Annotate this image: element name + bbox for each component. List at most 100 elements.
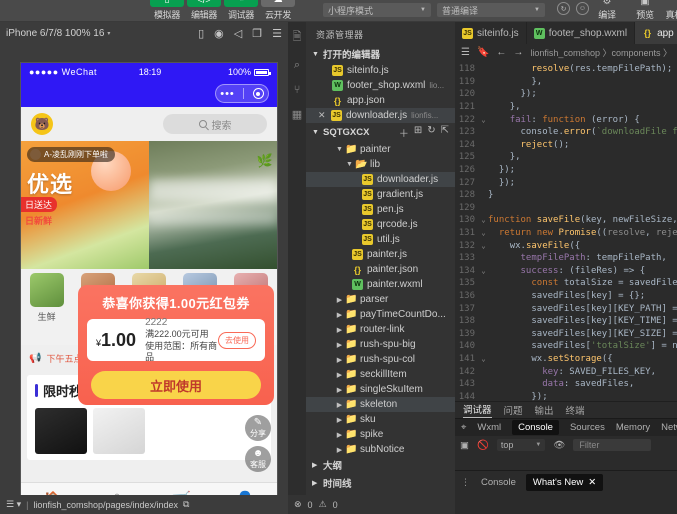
tree-item-subnotice[interactable]: ▶ 📁 subNotice [306,442,455,457]
share-button[interactable]: ✎ 分享 [245,415,271,441]
capsule-close-icon[interactable] [253,88,264,99]
copy-icon[interactable]: ⧉ [183,499,189,510]
error-icon[interactable]: ⊗ [294,499,302,510]
warning-icon[interactable]: ⚠ [319,499,327,510]
devtools-tab-memory[interactable]: Memory [616,422,650,433]
open-editor-item-downloader[interactable]: ✕ JS downloader.js lionfis... [306,108,455,123]
open-editors-section[interactable]: ▼ 打开的编辑器 [306,45,455,63]
execute-icon[interactable]: ▣ [460,440,469,451]
debug-tab-output[interactable]: 输出 [535,403,554,417]
console-context-select[interactable]: top ▼ [497,439,545,451]
tree-item-spike[interactable]: ▶ 📁 spike [306,427,455,442]
devtools-tab-console[interactable]: Console [512,420,559,435]
debug-tab-problems[interactable]: 问题 [504,403,523,417]
menu-icon[interactable]: ☰ [272,27,282,40]
coupon-use-button[interactable]: 去使用 [218,332,256,349]
search-input[interactable]: 搜索 [163,114,267,134]
open-editor-item-siteinfo[interactable]: JS siteinfo.js [306,63,455,78]
eye-icon[interactable]: 👁 [553,440,565,451]
new-file-icon[interactable]: ＋ [399,125,409,140]
outline-icon[interactable]: ☰ [461,47,470,58]
editor-tab-footer-shop[interactable]: W footer_shop.wxml [527,22,635,44]
fold-toggle-icon[interactable]: ⌄ [479,116,488,124]
debug-tab-debugger[interactable]: 调试器 [463,402,492,418]
clear-icon[interactable]: 🚫 [477,440,489,451]
fold-toggle-icon[interactable]: ⌄ [479,229,488,237]
fold-toggle-icon[interactable]: ⌄ [479,242,488,250]
outline-section[interactable]: ▶ 大纲 [306,456,455,474]
close-icon[interactable]: ✕ [160,429,181,450]
devtools-tab-sources[interactable]: Sources [570,422,605,433]
new-folder-icon[interactable]: ⊞ [414,125,422,140]
tree-item-paytimecountdown[interactable]: ▶ 📁 payTimeCountDo... [306,307,455,322]
record-icon[interactable]: ◉ [214,27,224,40]
open-editor-item-footer-shop[interactable]: W footer_shop.wxml lio... [306,78,455,93]
tree-item-gradient-js[interactable]: JS gradient.js [306,187,455,202]
forward-icon[interactable]: → [513,47,523,58]
toolbar-button-preview[interactable]: ▣ 预览 [627,0,663,21]
inspect-icon[interactable]: ⌖ [461,422,466,433]
toolbar-button-device-debug[interactable]: ⌸ 真机调试 [665,0,677,21]
tree-item-rush-spu-col[interactable]: ▶ 📁 rush-spu-col [306,352,455,367]
window-icon[interactable]: ❐ [252,27,262,40]
tree-item-rush-spu-big[interactable]: ▶ 📁 rush-spu-big [306,337,455,352]
tree-item-util-js[interactable]: JS util.js [306,232,455,247]
drawer-tab-console[interactable]: Console [481,477,516,488]
toolbar-button-compile[interactable]: ⚙ 编译 [589,0,625,21]
tree-item-sku[interactable]: ▶ 📁 sku [306,412,455,427]
fold-toggle-icon[interactable]: ⌄ [479,216,488,224]
phone-simulator[interactable]: ●●●●● WeChat 18:19 100% ••• 🐻 搜索 [20,62,278,514]
toolbar-button-cloud[interactable]: ☁ 云开发 [261,0,295,21]
seckill-item[interactable] [93,408,145,454]
files-icon[interactable]: 🗎 [293,28,302,47]
fold-toggle-icon[interactable]: ⌄ [479,267,488,275]
code-area[interactable]: 118 resolve(res.tempFilePath);119 },120 … [455,61,677,401]
toolbar-button-debugger[interactable]: ⌁ 调试器 [224,0,258,21]
banner-left[interactable]: A-凌乱刚刚下单啦 优选 日送达 日新鲜 [21,141,149,269]
close-icon[interactable]: ✕ [318,110,327,121]
phone-icon[interactable]: ▯ [198,27,204,40]
extensions-icon[interactable]: ▦ [292,108,302,121]
tree-item-painter-json[interactable]: {} painter.json [306,262,455,277]
fold-toggle-icon[interactable]: ⌄ [479,355,488,363]
tree-item-router-link[interactable]: ▶ 📁 router-link [306,322,455,337]
page-select-icon[interactable]: ☰ ▾ [6,499,21,510]
refresh-icon[interactable]: ↻ [557,2,570,15]
bookmark-icon[interactable]: 🔖 [477,47,489,58]
tree-item-lib[interactable]: ▼ 📂 lib [306,157,455,172]
wechat-capsule[interactable]: ••• [215,84,269,103]
volume-icon[interactable]: ◁ [234,27,242,40]
devtools-tab-wxml[interactable]: Wxml [477,422,501,433]
devtools-tab-network[interactable]: Netwo [661,422,677,433]
debug-tab-terminal[interactable]: 终端 [566,403,585,417]
avatar[interactable]: 🐻 [31,113,53,135]
open-editor-item-app-json[interactable]: {} app.json [306,93,455,108]
refresh-icon[interactable]: ↻ [427,125,435,140]
drawer-tab-whats-new[interactable]: What's New ✕ [526,474,603,491]
tree-item-painter-wxml[interactable]: W painter.wxml [306,277,455,292]
more-vertical-icon[interactable]: ⋮ [461,477,471,488]
compile-select[interactable]: 普通编译 ▼ [437,3,545,17]
search-icon[interactable]: ⌕ [294,59,300,72]
banner-right[interactable]: 🌿 [149,141,277,269]
tree-item-downloader-js[interactable]: JS downloader.js [306,172,455,187]
back-icon[interactable]: ← [496,47,506,58]
tree-item-singleskuitem[interactable]: ▶ 📁 singleSkuItem [306,382,455,397]
close-icon[interactable]: ✕ [588,477,596,488]
tree-item-qrcode-js[interactable]: JS qrcode.js [306,217,455,232]
tree-item-painter[interactable]: ▼ 📁 painter [306,142,455,157]
tree-item-pen-js[interactable]: JS pen.js [306,202,455,217]
tree-item-seckillitem[interactable]: ▶ 📁 seckillItem [306,367,455,382]
mode-select[interactable]: 小程序模式 ▼ [323,3,431,17]
seckill-item[interactable] [35,408,87,454]
project-section[interactable]: ▼ SQTGXCX ＋ ⊞ ↻ ⇱ [306,123,455,142]
category-item[interactable]: 生鲜 [21,273,72,345]
tree-item-painter-js[interactable]: JS painter.js [306,247,455,262]
coupon-cta-button[interactable]: 立即使用 [91,371,261,399]
contact-button[interactable]: ☻ 客服 [245,446,271,472]
tree-item-skeleton[interactable]: ▶ 📁 skeleton [306,397,455,412]
collapse-icon[interactable]: ⇱ [441,125,449,140]
user-circle-icon[interactable]: ☺ [576,2,589,15]
breadcrumb-path[interactable]: lionfish_comshop 〉components 〉 [530,46,671,59]
toolbar-button-editor[interactable]: </> 编辑器 [187,0,221,21]
